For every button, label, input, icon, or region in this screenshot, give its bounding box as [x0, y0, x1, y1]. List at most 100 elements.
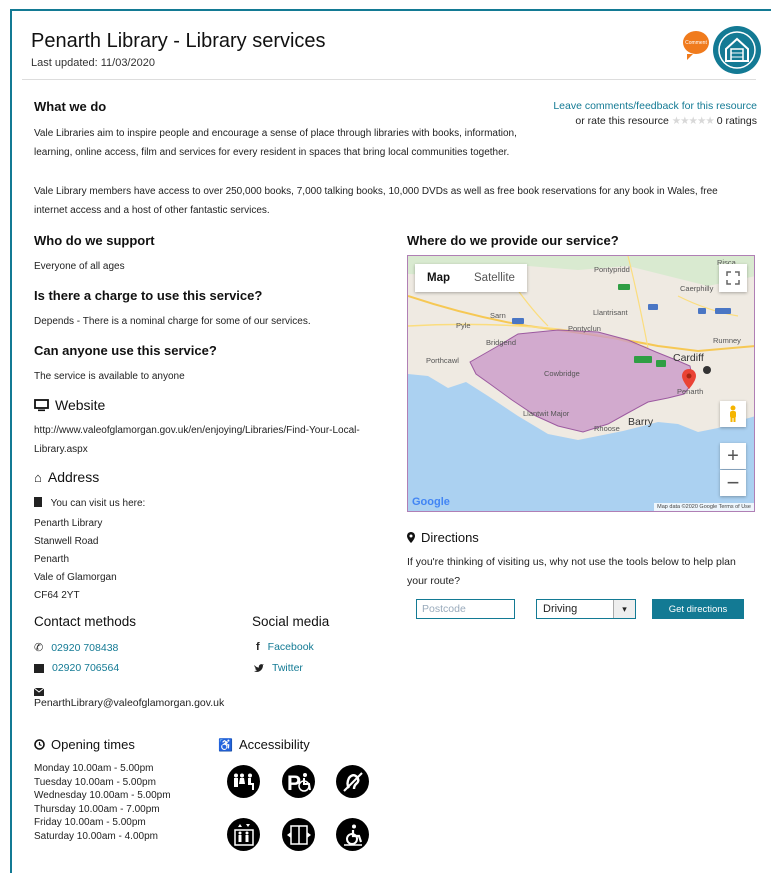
service-map[interactable]: Map Satellite + − Pontypridd Risca Caerp… — [407, 255, 755, 512]
map-label-rhoose: Rhoose — [594, 424, 620, 433]
map-label-porthcawl: Porthcawl — [426, 356, 459, 365]
minus-icon: − — [726, 470, 740, 495]
website-link[interactable]: http://www.valeofglamorgan.gov.uk/en/enj… — [34, 421, 379, 459]
address-line: Penarth — [34, 554, 70, 565]
opening-day: Saturday 10.00am - 4.00pm — [34, 830, 158, 842]
phone-link[interactable]: 02920 708438 — [51, 642, 118, 654]
header-divider — [22, 79, 756, 80]
facebook-icon: f — [256, 641, 260, 653]
map-label-sarn: Sarn — [490, 311, 506, 320]
map-attribution[interactable]: Map data ©2020 Google Terms of Use — [654, 503, 754, 511]
automatic-door-icon — [282, 818, 315, 851]
charge-text: Depends - There is a nominal charge for … — [34, 316, 311, 327]
opening-day: Thursday 10.00am - 7.00pm — [34, 803, 160, 815]
pegman-button[interactable] — [720, 401, 746, 427]
twitter-icon — [254, 663, 264, 672]
pegman-icon — [730, 405, 736, 422]
fax-row: 02920 706564 — [34, 662, 119, 674]
building-icon — [34, 497, 42, 507]
map-label-bridgend: Bridgend — [486, 338, 517, 347]
facebook-row: f Facebook — [256, 641, 314, 653]
travel-mode-value: Driving — [543, 603, 578, 615]
plus-icon: + — [727, 444, 739, 467]
what-we-do-heading: What we do — [34, 99, 107, 114]
last-updated: Last updated: 11/03/2020 — [31, 57, 155, 69]
fullscreen-button[interactable] — [719, 264, 747, 292]
wheelchair-access-icon — [336, 818, 369, 851]
map-label-pyle: Pyle — [456, 321, 471, 330]
tab-satellite[interactable]: Satellite — [462, 264, 527, 292]
home-icon: ⌂ — [34, 469, 42, 485]
feedback-link[interactable]: Leave comments/feedback for this resourc… — [553, 100, 757, 112]
what-we-do-para2: Vale Library members have access to over… — [34, 186, 718, 216]
map-label-cardiff: Cardiff — [673, 352, 704, 364]
fax-link[interactable]: 02920 706564 — [52, 662, 119, 674]
address-line: Penarth Library — [34, 518, 103, 529]
address-lines: Penarth Library Stanwell Road Penarth Va… — [34, 515, 117, 605]
map-label-caerphilly: Caerphilly — [680, 284, 714, 293]
map-label-barry: Barry — [628, 416, 654, 428]
postcode-input[interactable] — [416, 599, 515, 619]
rate-text: or rate this resource — [575, 115, 669, 127]
accessible-parking-icon: P — [282, 765, 315, 798]
anyone-heading: Can anyone use this service? — [34, 343, 217, 358]
anyone-text: The service is available to anyone — [34, 371, 185, 382]
opening-day: Friday 10.00am - 5.00pm — [34, 817, 146, 828]
address-line: CF64 2YT — [34, 590, 80, 601]
opening-hours-list: Monday 10.00am - 5.00pm Tuesday 10.00am … — [34, 762, 171, 843]
zoom-in-button[interactable]: + — [720, 443, 746, 469]
what-we-do-para1: Vale Libraries aim to inspire people and… — [34, 128, 517, 158]
get-directions-button[interactable]: Get directions — [652, 599, 744, 619]
phone-icon: ✆ — [34, 642, 44, 654]
where-heading: Where do we provide our service? — [407, 233, 619, 248]
hearing-loop-icon — [336, 765, 369, 798]
page-title: Penarth Library - Library services — [31, 30, 326, 52]
social-heading: Social media — [252, 614, 330, 629]
accessible-toilet-icon — [227, 765, 260, 798]
page-header: Penarth Library - Library services Last … — [31, 30, 326, 69]
travel-mode-select[interactable]: Driving ▾ — [536, 599, 636, 619]
accessibility-heading: ♿ Accessibility — [218, 737, 310, 752]
address-line: Stanwell Road — [34, 536, 99, 547]
location-pin-icon[interactable] — [682, 369, 696, 389]
opening-times-heading: Opening times — [34, 737, 135, 752]
support-heading: Who do we support — [34, 233, 155, 248]
fax-icon — [34, 663, 44, 673]
zoom-out-button[interactable]: − — [720, 470, 746, 496]
opening-day: Tuesday 10.00am - 5.00pm — [34, 776, 156, 788]
email-link[interactable]: PenarthLibrary@valeofglamorgan.gov.uk — [34, 694, 224, 713]
twitter-link[interactable]: Twitter — [272, 662, 303, 674]
opening-day: Monday 10.00am - 5.00pm — [34, 763, 154, 774]
directions-text: If you're thinking of visiting us, why n… — [407, 556, 736, 587]
svg-text:P: P — [287, 772, 301, 793]
map-label-pontyclun: Pontyclun — [568, 324, 601, 333]
twitter-row: Twitter — [254, 662, 303, 674]
map-label-llantwit: Llantwit Major — [523, 409, 570, 418]
map-label-rumney: Rumney — [713, 336, 741, 345]
tab-map[interactable]: Map — [415, 264, 462, 292]
facebook-link[interactable]: Facebook — [268, 641, 314, 653]
support-text: Everyone of all ages — [34, 261, 125, 272]
wheelchair-icon: ♿ — [218, 737, 233, 752]
contact-heading: Contact methods — [34, 614, 137, 629]
map-label-pontypridd: Pontypridd — [594, 265, 630, 274]
comment-bubble-icon[interactable]: Comment — [683, 31, 709, 60]
map-marker-icon — [407, 532, 415, 543]
chevron-down-icon: ▾ — [613, 600, 635, 618]
ratings-count: 0 ratings — [716, 115, 757, 127]
address-heading: ⌂ Address — [34, 469, 100, 485]
clock-icon — [34, 739, 45, 750]
phone-row: ✆ 02920 708438 — [34, 641, 118, 655]
fullscreen-icon — [726, 271, 740, 285]
visit-text: You can visit us here: — [34, 494, 145, 513]
map-label-llantrisant: Llantrisant — [593, 308, 628, 317]
star-rating[interactable]: ★★★★★ — [672, 115, 715, 127]
website-heading: Website — [34, 397, 105, 413]
opening-day: Wednesday 10.00am - 5.00pm — [34, 790, 171, 801]
address-line: Vale of Glamorgan — [34, 572, 117, 583]
monitor-icon — [34, 398, 49, 411]
map-type-tabs: Map Satellite — [415, 264, 527, 292]
accessible-lift-icon — [227, 818, 260, 851]
charge-heading: Is there a charge to use this service? — [34, 288, 263, 303]
feedback-panel: Leave comments/feedback for this resourc… — [552, 99, 757, 129]
